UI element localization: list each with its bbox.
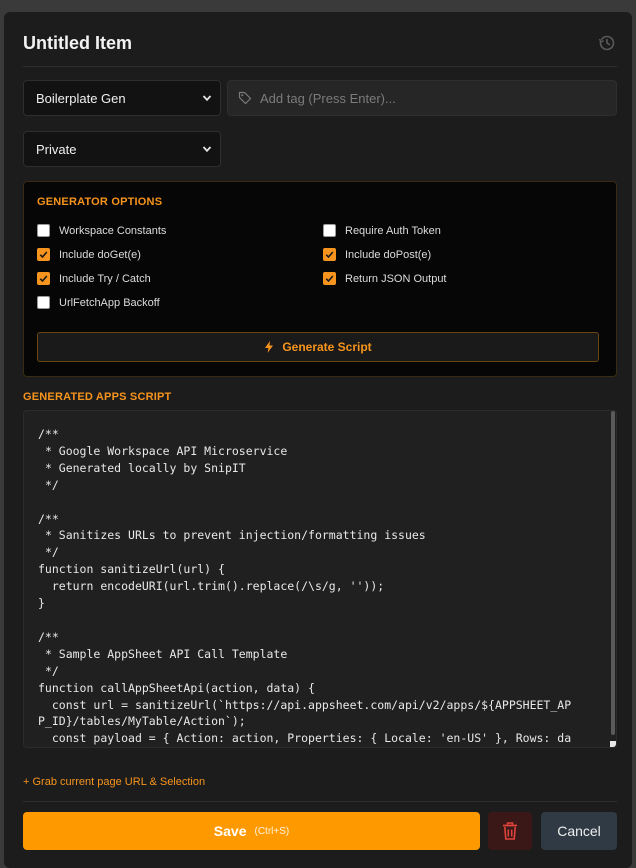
tag-icon bbox=[238, 91, 252, 105]
check-icon bbox=[325, 251, 334, 259]
option-include-try-catch[interactable]: Include Try / Catch bbox=[37, 272, 151, 285]
generated-script-title: GENERATED APPS SCRIPT bbox=[23, 391, 172, 403]
lightning-icon bbox=[265, 341, 274, 353]
option-label: Include Try / Catch bbox=[59, 272, 151, 285]
checkbox-checked[interactable] bbox=[323, 248, 336, 261]
option-label: Include doGet(e) bbox=[59, 248, 141, 261]
page-title: Untitled Item bbox=[23, 33, 133, 53]
checkbox-checked[interactable] bbox=[37, 248, 50, 261]
save-label: Save bbox=[213, 823, 247, 839]
option-return-json-output[interactable]: Return JSON Output bbox=[323, 272, 447, 285]
checkbox[interactable] bbox=[323, 224, 336, 237]
option-require-auth-token[interactable]: Require Auth Token bbox=[323, 224, 441, 237]
cancel-button[interactable]: Cancel bbox=[541, 812, 617, 850]
chevron-down-icon bbox=[202, 146, 212, 153]
option-label: UrlFetchApp Backoff bbox=[59, 296, 160, 309]
tag-input-placeholder: Add tag (Press Enter)... bbox=[260, 90, 396, 106]
checkbox-checked[interactable] bbox=[37, 272, 50, 285]
checkbox[interactable] bbox=[37, 296, 50, 309]
generator-options-panel: GENERATOR OPTIONS Workspace Constants Re… bbox=[23, 181, 617, 377]
option-label: Workspace Constants bbox=[59, 224, 167, 237]
generate-script-button[interactable]: Generate Script bbox=[37, 332, 599, 362]
grab-page-url-link[interactable]: + Grab current page URL & Selection bbox=[23, 776, 205, 788]
resize-handle[interactable] bbox=[610, 741, 616, 747]
option-include-dopost[interactable]: Include doPost(e) bbox=[323, 248, 431, 261]
option-include-doget[interactable]: Include doGet(e) bbox=[37, 248, 141, 261]
option-urlfetchapp-backoff[interactable]: UrlFetchApp Backoff bbox=[37, 296, 160, 309]
generate-script-label: Generate Script bbox=[282, 340, 372, 354]
header-divider bbox=[23, 66, 617, 67]
chevron-down-icon bbox=[202, 95, 212, 102]
check-icon bbox=[39, 275, 48, 283]
save-button[interactable]: Save (Ctrl+S) bbox=[23, 812, 480, 850]
option-label: Include doPost(e) bbox=[345, 248, 432, 261]
code-output-area[interactable]: /** * Google Workspace API Microservice … bbox=[23, 410, 617, 748]
type-select-value: Boilerplate Gen bbox=[36, 90, 126, 106]
save-shortcut-hint: (Ctrl+S) bbox=[254, 825, 290, 837]
option-label: Return JSON Output bbox=[345, 272, 447, 285]
footer-divider bbox=[23, 801, 617, 802]
item-editor-panel: Untitled Item Boilerplate Gen Add tag (P… bbox=[4, 12, 632, 868]
checkbox[interactable] bbox=[37, 224, 50, 237]
trash-icon bbox=[503, 822, 517, 840]
delete-button[interactable] bbox=[488, 812, 532, 850]
visibility-select[interactable]: Private bbox=[23, 131, 221, 167]
check-icon bbox=[325, 275, 334, 283]
option-label: Require Auth Token bbox=[345, 224, 441, 237]
visibility-select-value: Private bbox=[36, 141, 77, 157]
tag-input[interactable]: Add tag (Press Enter)... bbox=[227, 80, 617, 116]
option-workspace-constants[interactable]: Workspace Constants bbox=[37, 224, 166, 237]
generator-options-title: GENERATOR OPTIONS bbox=[37, 196, 163, 208]
type-select[interactable]: Boilerplate Gen bbox=[23, 80, 221, 116]
scrollbar-thumb[interactable] bbox=[611, 411, 615, 735]
history-icon[interactable] bbox=[598, 34, 616, 52]
generated-code: /** * Google Workspace API Microservice … bbox=[38, 427, 572, 746]
check-icon bbox=[39, 251, 48, 259]
checkbox-checked[interactable] bbox=[323, 272, 336, 285]
